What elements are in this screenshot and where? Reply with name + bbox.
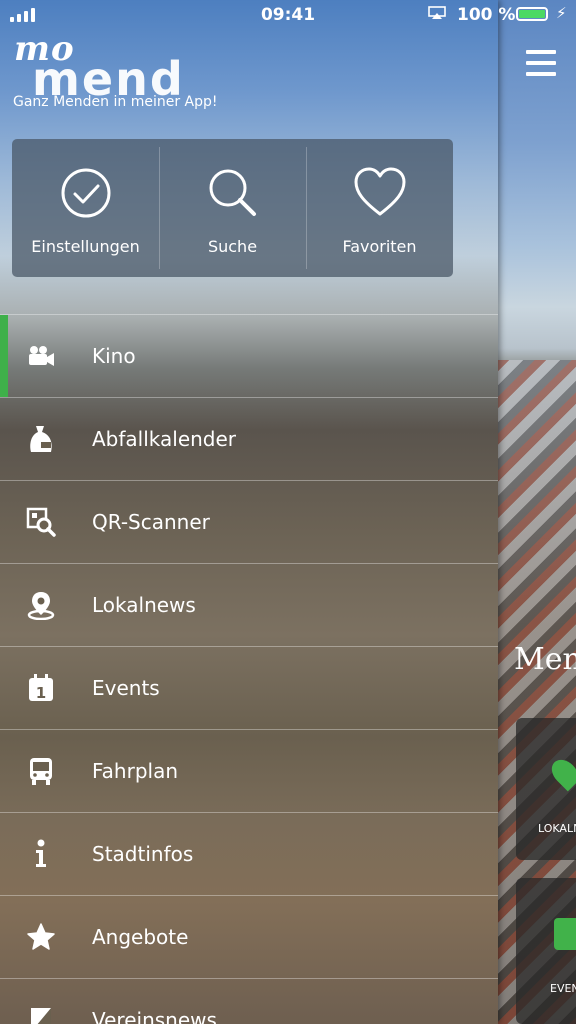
settings-label: Einstellungen — [31, 237, 140, 256]
background-tile-lokalnews[interactable]: LOKALN — [516, 718, 576, 860]
location-pin-icon — [546, 754, 576, 792]
menu-item-qr-scanner[interactable]: QR-Scanner — [0, 480, 498, 563]
tile-label: LOKALN — [538, 822, 576, 835]
menu-item-abfallkalender[interactable]: Abfallkalender — [0, 397, 498, 480]
menu-item-label: Events — [92, 676, 160, 700]
charging-bolt-icon: ⚡ — [556, 4, 567, 22]
hamburger-menu-icon[interactable] — [526, 50, 556, 76]
menu-item-stadtinfos[interactable]: Stadtinfos — [0, 812, 498, 895]
menu-item-angebote[interactable]: Angebote — [0, 895, 498, 978]
airplay-icon — [428, 6, 446, 19]
menu-item-label: QR-Scanner — [92, 510, 210, 534]
menu-item-events[interactable]: 1 Events — [0, 646, 498, 729]
app-tagline: Ganz Menden in meiner App! — [13, 94, 218, 110]
battery-icon — [516, 7, 548, 21]
movie-camera-icon — [26, 341, 56, 371]
menu-item-lokalnews[interactable]: Lokalnews — [0, 563, 498, 646]
quick-actions-panel: Einstellungen Suche Favoriten — [12, 139, 453, 277]
menu-item-label: Angebote — [92, 925, 189, 949]
bus-icon — [26, 756, 56, 786]
menu-item-label: Lokalnews — [92, 593, 196, 617]
vereinsnews-icon — [26, 1005, 56, 1024]
menu-item-label: Vereinsnews — [92, 1008, 217, 1024]
checkmark-circle-icon — [61, 168, 110, 218]
battery-fill — [519, 10, 545, 18]
favorites-label: Favoriten — [342, 237, 417, 256]
search-icon — [209, 169, 256, 216]
side-drawer: mo mend Ganz Menden in meiner App! Einst… — [0, 0, 498, 1024]
background-tile-events[interactable]: EVEN — [516, 878, 576, 1024]
status-bar: 09:41 100 % ⚡ — [0, 0, 576, 30]
menu-item-label: Kino — [92, 344, 136, 368]
info-icon — [26, 839, 56, 869]
calendar-icon — [554, 918, 576, 950]
menu-item-label: Abfallkalender — [92, 427, 237, 451]
location-pin-icon — [26, 590, 56, 620]
calendar-icon: 1 — [26, 673, 56, 703]
garbage-bag-icon — [26, 424, 56, 454]
settings-button[interactable]: Einstellungen — [12, 139, 159, 277]
main-menu: Kino Abfallkalender QR-Scanner Lokalnews… — [0, 314, 498, 1024]
search-label: Suche — [207, 237, 258, 256]
menu-item-fahrplan[interactable]: Fahrplan — [0, 729, 498, 812]
heart-icon — [354, 167, 405, 216]
battery-percentage: 100 % — [457, 5, 516, 25]
star-icon — [26, 922, 56, 952]
menu-item-kino[interactable]: Kino — [0, 314, 498, 397]
svg-text:1: 1 — [36, 684, 46, 702]
menu-item-vereinsnews[interactable]: Vereinsnews — [0, 978, 498, 1024]
app-logo: mo mend — [14, 32, 214, 102]
tile-label: EVEN — [550, 982, 576, 995]
favorites-button[interactable]: Favoriten — [306, 139, 453, 277]
background-title: Men — [514, 642, 576, 677]
qr-scan-icon — [26, 507, 56, 537]
menu-item-label: Fahrplan — [92, 759, 179, 783]
menu-item-label: Stadtinfos — [92, 842, 194, 866]
search-button[interactable]: Suche — [159, 139, 306, 277]
